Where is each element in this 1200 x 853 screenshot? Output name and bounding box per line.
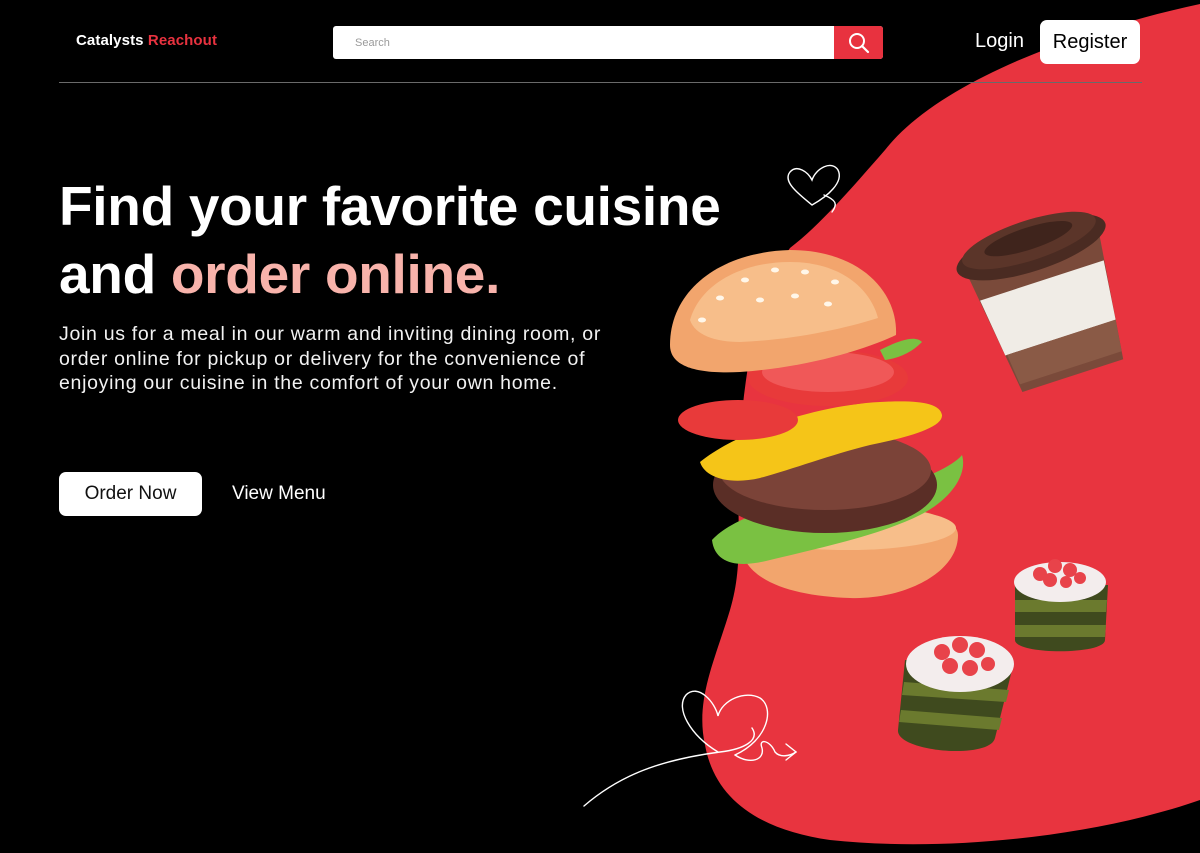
heart-swoosh-doodle-icon: [583, 690, 798, 807]
heart-doodle-icon: [787, 164, 840, 213]
sushi-roll-icon: [897, 636, 1014, 752]
burger-icon: [670, 250, 964, 599]
coffee-cup-icon: [956, 211, 1124, 392]
sushi-roll-icon: [1014, 559, 1108, 652]
food-illustration: [583, 164, 1124, 807]
